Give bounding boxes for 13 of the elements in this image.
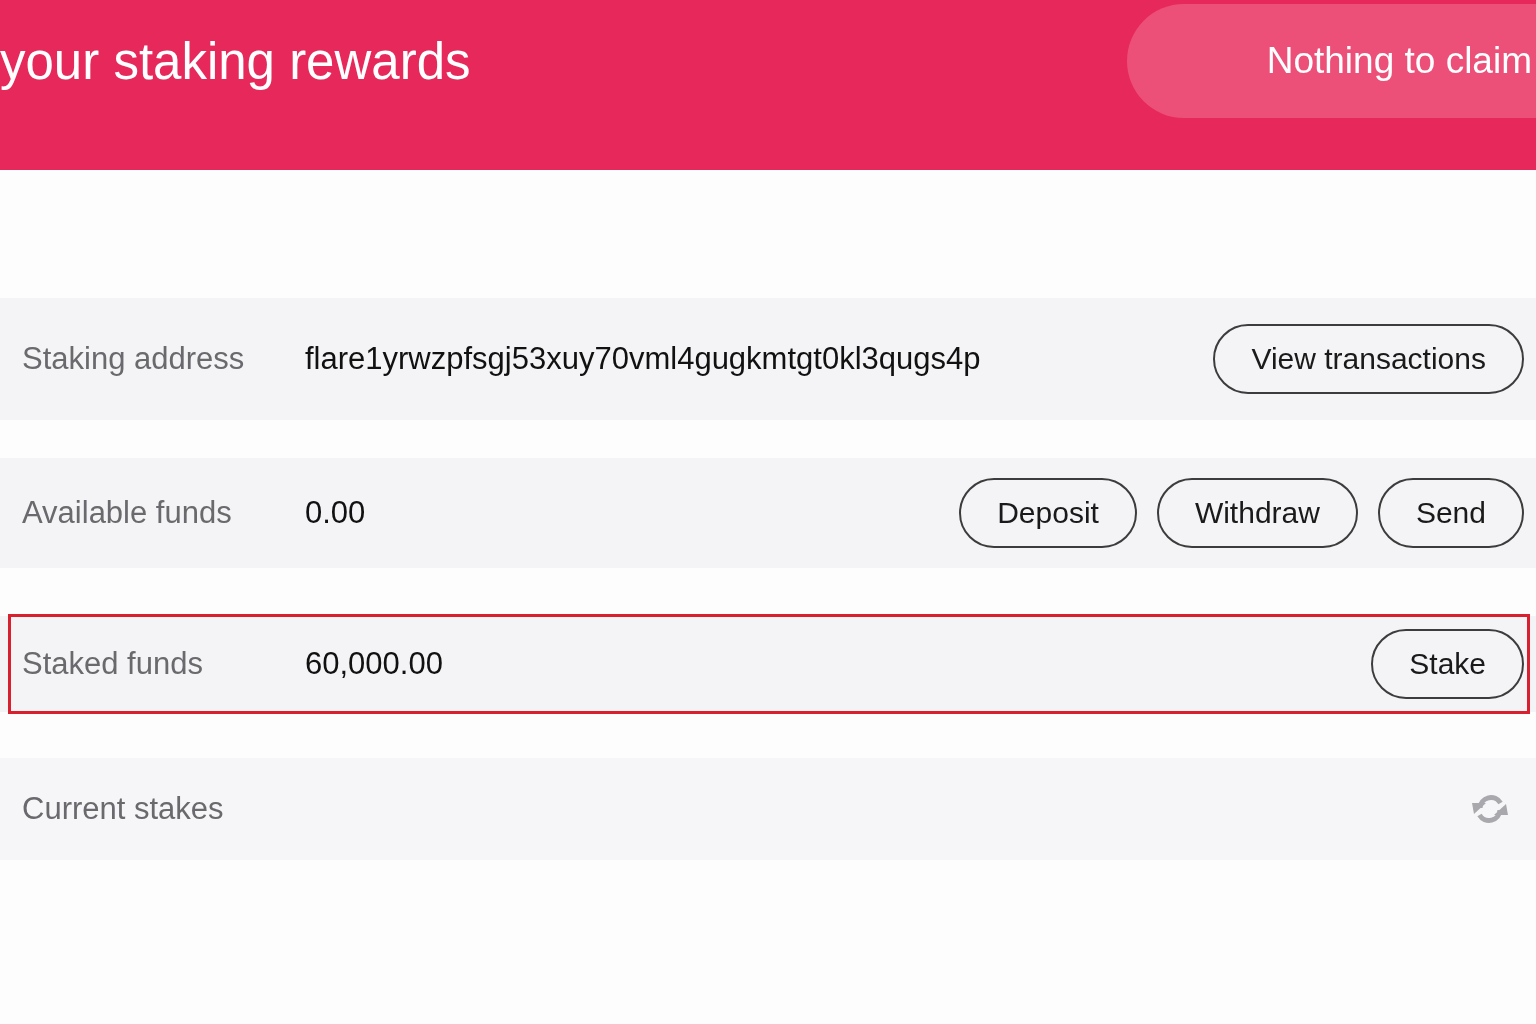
action-button[interactable]: Stake xyxy=(1371,629,1524,699)
field-value: 0.00 xyxy=(305,495,367,531)
field-label: Staking address xyxy=(22,341,246,377)
field-value: flare1yrwzpfsgj53xuy70vml4gugkmtgt0kl3qugs4p xyxy=(305,341,982,377)
field-label: Staked funds xyxy=(22,646,204,682)
action-button[interactable]: Deposit xyxy=(959,478,1137,548)
action-button[interactable]: Send xyxy=(1377,478,1524,548)
field-value: 60,000.00 xyxy=(305,646,444,682)
page-title: your staking rewards xyxy=(0,31,471,91)
section-label: Current stakes xyxy=(22,791,225,827)
action-button[interactable]: Withdraw xyxy=(1156,478,1358,548)
field-label: Available funds xyxy=(22,495,233,531)
action-button[interactable]: View transactions xyxy=(1213,324,1524,394)
